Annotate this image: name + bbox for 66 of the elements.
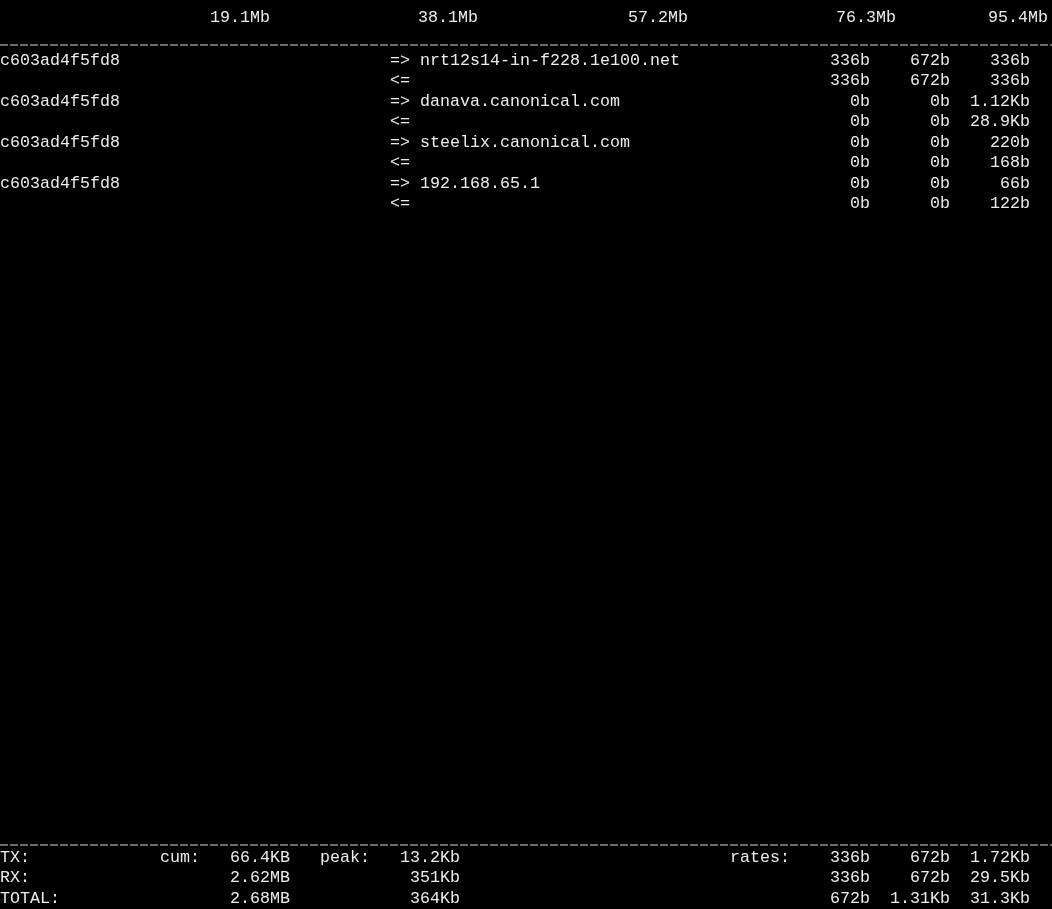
rate-value: 220b (990, 132, 1030, 152)
rate-value: 0b (850, 194, 870, 213)
direction-arrow: <= (390, 153, 411, 174)
rate-value: 336b (990, 50, 1030, 70)
rate-value: 0b (850, 112, 870, 131)
direction-arrow: <= (390, 194, 411, 215)
host-name: c603ad4f5fd8 (0, 173, 121, 194)
scale-label: 19.1Mb (209, 8, 270, 29)
rate-value: 0b (850, 91, 870, 111)
total-value: 2.62MB (230, 868, 290, 887)
rate-value: 1.72Kb (970, 847, 1030, 867)
rate-value: 1.31Kb (890, 888, 950, 908)
total-label: TX: (0, 847, 30, 867)
total-value: 66.4KB (230, 847, 290, 867)
rate-value: 0b (850, 153, 870, 172)
rate-value: 336b (830, 847, 870, 867)
rate-value: 0b (850, 132, 870, 152)
rate-value: 168b (990, 153, 1030, 172)
rate-value: 1.12Kb (970, 91, 1030, 111)
host-name: c603ad4f5fd8 (0, 132, 121, 153)
total-value: 364Kb (410, 888, 460, 908)
scale-label: 38.1Mb (417, 8, 478, 29)
direction-arrow: => (390, 173, 411, 194)
scale-label: 76.3Mb (835, 8, 896, 29)
direction-arrow: => (390, 50, 411, 71)
scale-label: 57.2Mb (627, 8, 688, 29)
direction-arrow: <= (390, 71, 411, 92)
rate-value: 31.3Kb (970, 888, 1030, 908)
direction-arrow: => (390, 132, 411, 153)
host-name: c603ad4f5fd8 (0, 91, 121, 112)
rate-value: 29.5Kb (970, 868, 1030, 887)
scale-label: 95.4Mb (987, 8, 1048, 29)
rate-value: 0b (930, 153, 950, 172)
total-value: 351Kb (410, 868, 460, 887)
rate-value: 672b (910, 71, 950, 90)
remote-host: nrt12s14-in-f228.1e100.net (420, 50, 681, 71)
rate-value: 336b (830, 71, 870, 90)
rate-value: 672b (910, 847, 950, 867)
host-name: c603ad4f5fd8 (0, 50, 121, 71)
rate-value: 0b (930, 132, 950, 152)
rate-value: 672b (910, 868, 950, 887)
rate-value: 672b (830, 888, 870, 908)
rate-value: 0b (930, 194, 950, 213)
field-label: rates: (730, 847, 790, 867)
rate-value: 336b (990, 71, 1030, 90)
total-value: 2.68MB (230, 888, 290, 908)
field-label: peak: (320, 847, 370, 867)
total-value: 13.2Kb (400, 847, 460, 867)
rate-value: 0b (930, 173, 950, 193)
rate-value: 336b (830, 868, 870, 887)
total-label: TOTAL: (0, 888, 60, 908)
rate-value: 336b (830, 50, 870, 70)
remote-host: steelix.canonical.com (420, 132, 631, 153)
rate-value: 28.9Kb (970, 112, 1030, 131)
direction-arrow: <= (390, 112, 411, 133)
rate-value: 0b (930, 91, 950, 111)
rate-value: 0b (930, 112, 950, 131)
remote-host: danava.canonical.com (420, 91, 621, 112)
remote-host: 192.168.65.1 (420, 173, 541, 194)
field-label: cum: (160, 847, 200, 867)
total-label: RX: (0, 868, 30, 887)
rate-value: 122b (990, 194, 1030, 213)
direction-arrow: => (390, 91, 411, 112)
rate-value: 66b (1000, 173, 1030, 193)
rate-value: 0b (850, 173, 870, 193)
rate-value: 672b (910, 50, 950, 70)
